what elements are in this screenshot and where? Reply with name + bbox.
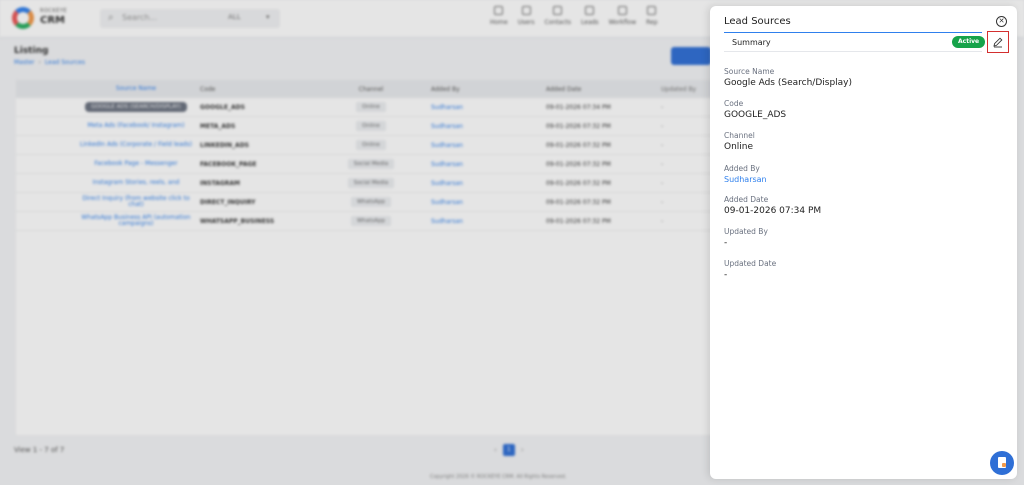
updated-by-label: Updated By — [724, 227, 768, 236]
edit-highlight — [987, 31, 1009, 53]
updated-by-value: - — [724, 238, 728, 248]
added-date-value: 09-01-2026 07:34 PM — [724, 206, 822, 216]
channel-value: Online — [724, 142, 754, 152]
status-badge: Active — [952, 36, 986, 48]
code-value: GOOGLE_ADS — [724, 110, 787, 120]
code-label: Code — [724, 99, 744, 108]
source-name-value: Google Ads (Search/Display) — [724, 78, 853, 88]
updated-date-value: - — [724, 270, 728, 280]
document-icon — [998, 457, 1006, 468]
source-name-label: Source Name — [724, 67, 775, 76]
lead-source-detail-panel: Lead Sources ✕ Summary Active Source Nam… — [710, 6, 1017, 479]
channel-label: Channel — [724, 131, 755, 140]
panel-title: Lead Sources — [724, 16, 791, 27]
close-icon[interactable]: ✕ — [996, 16, 1007, 27]
added-date-label: Added Date — [724, 195, 769, 204]
document-fab-button[interactable] — [990, 451, 1014, 475]
added-by-label: Added By — [724, 164, 760, 173]
tab-bar: Summary — [724, 32, 982, 52]
updated-date-label: Updated Date — [724, 259, 777, 268]
added-by-link[interactable]: Sudharsan — [724, 175, 767, 184]
tab-summary[interactable]: Summary — [732, 38, 771, 47]
edit-icon[interactable] — [992, 36, 1004, 48]
